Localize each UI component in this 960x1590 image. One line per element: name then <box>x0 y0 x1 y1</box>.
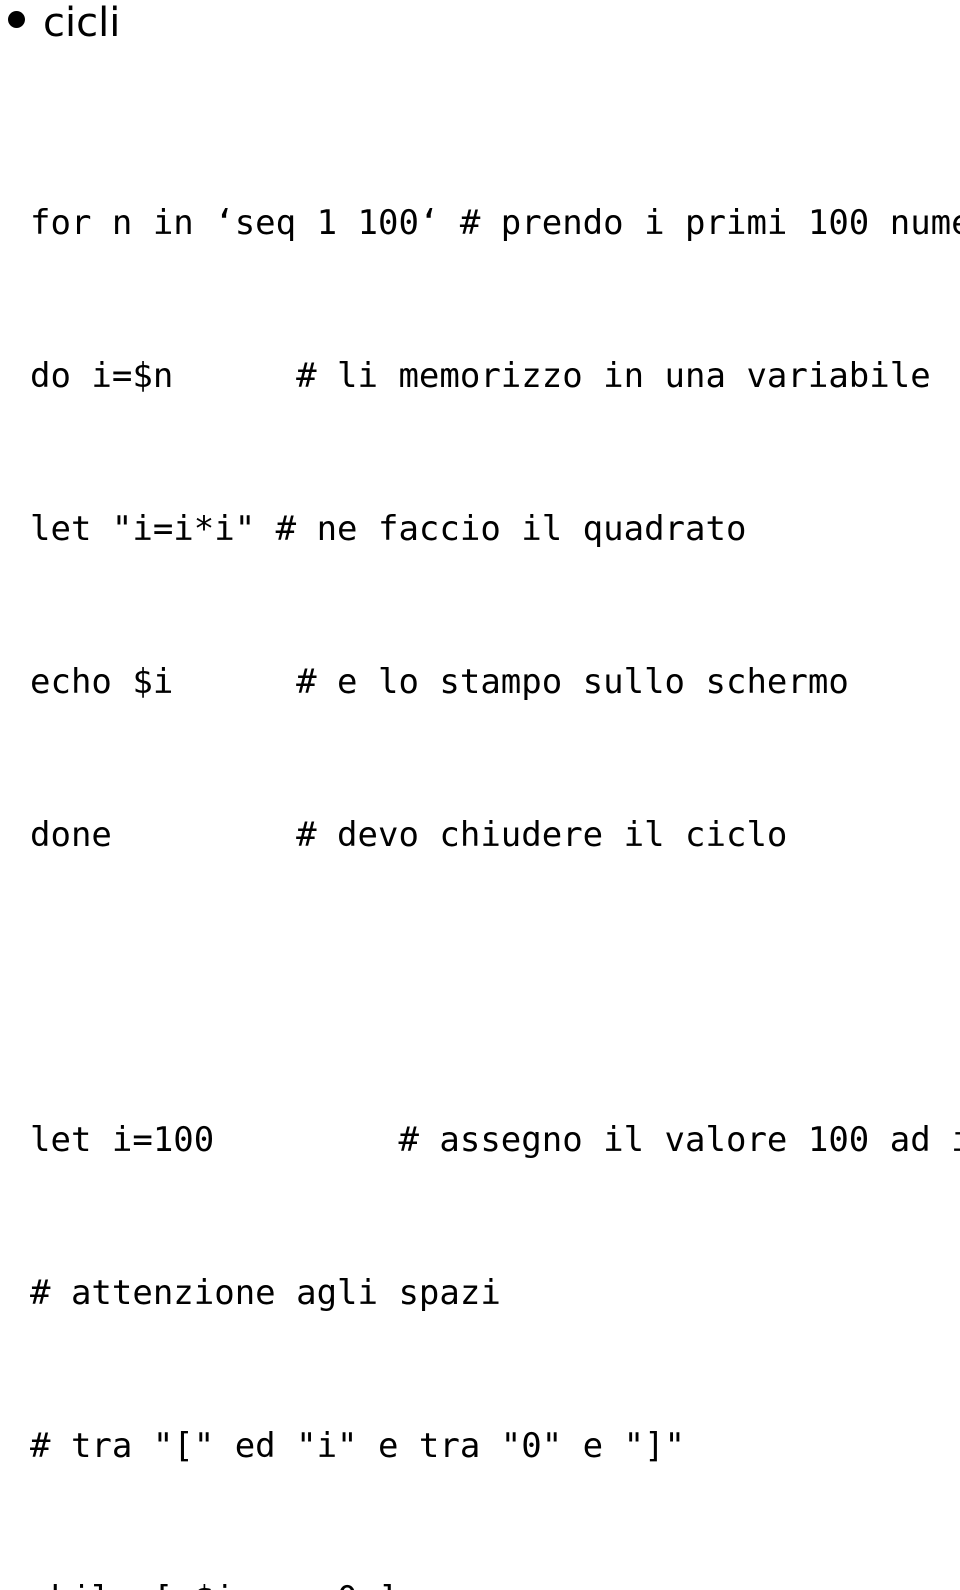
code-line: let i=100 # assegno il valore 100 ad i <box>30 1120 960 1160</box>
page-title: cicli <box>43 0 121 46</box>
code-line: # attenzione agli spazi <box>30 1273 501 1313</box>
code-line: done # devo chiudere il ciclo <box>30 815 788 855</box>
code-block-separator <box>30 963 960 1013</box>
code-block-while-loop: let i=100 # assegno il valore 100 ad i #… <box>30 1013 960 1590</box>
code-line: let "i=i*i" # ne faccio il quadrato <box>30 509 747 549</box>
code-line: for n in ‘seq 1 100‘ # prendo i primi 10… <box>30 203 960 243</box>
bullet-dot-icon <box>8 11 25 28</box>
slide-heading: cicli <box>0 0 120 58</box>
code-area: for n in ‘seq 1 100‘ # prendo i primi 10… <box>30 96 960 1590</box>
code-line: echo $i # e lo stampo sullo schermo <box>30 662 849 702</box>
code-line: # tra "[" ed "i" e tra "0" e "]" <box>30 1426 686 1466</box>
code-block-for-loop: for n in ‘seq 1 100‘ # prendo i primi 10… <box>30 96 960 963</box>
code-line: do i=$n # li memorizzo in una variabile <box>30 356 931 396</box>
code-line: while [ $i -ge 0 ] <box>30 1574 960 1590</box>
